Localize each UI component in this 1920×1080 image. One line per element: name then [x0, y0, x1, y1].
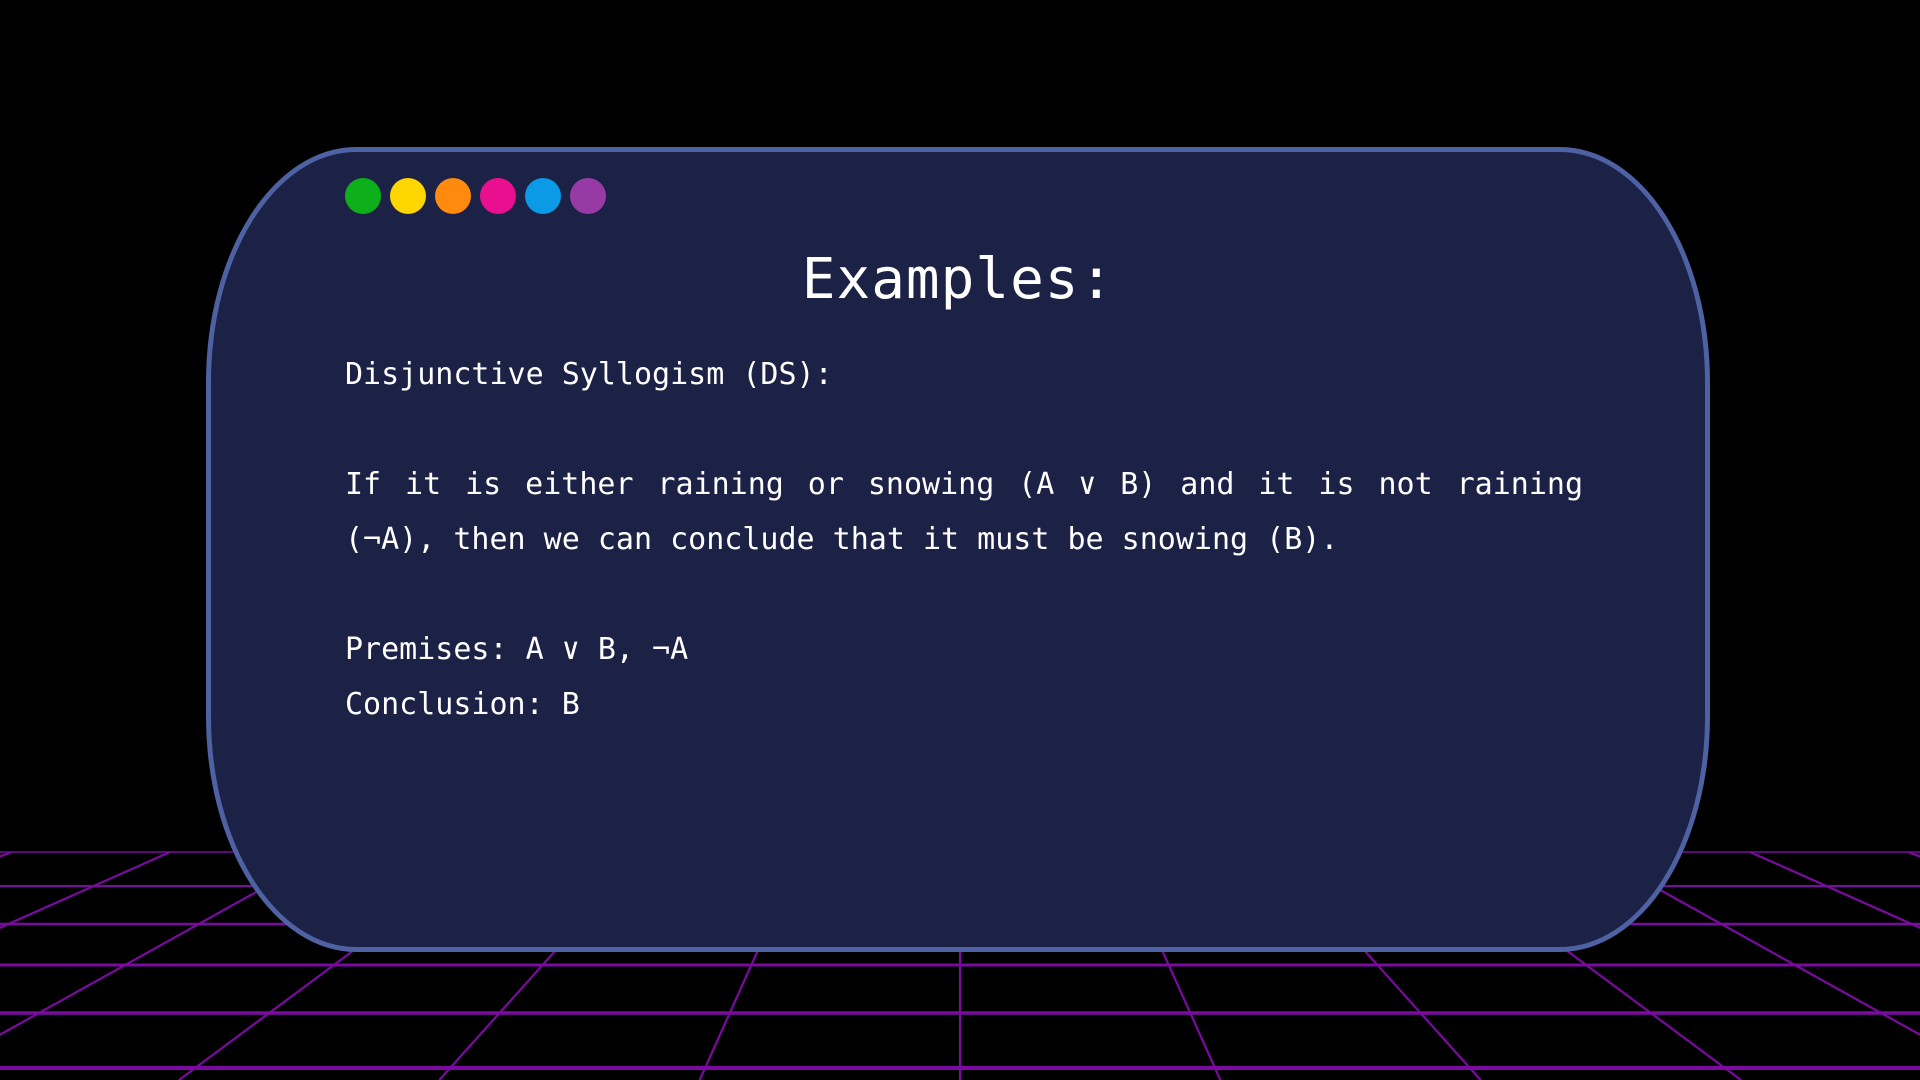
conclusion-line: Conclusion: B	[345, 687, 580, 722]
premises-line: Premises: A ∨ B, ¬A	[345, 632, 689, 667]
purple-dot	[570, 178, 606, 214]
yellow-dot	[390, 178, 426, 214]
window-dots	[345, 178, 606, 214]
blue-dot	[525, 178, 561, 214]
slide-stage: Examples: Disjunctive Syllogism (DS): If…	[0, 0, 1920, 1080]
example-paragraph: If it is either raining or snowing (A ∨ …	[345, 467, 1583, 557]
section-heading: Disjunctive Syllogism (DS):	[345, 357, 833, 392]
window-card: Examples: Disjunctive Syllogism (DS): If…	[206, 147, 1710, 952]
pink-dot	[480, 178, 516, 214]
green-dot	[345, 178, 381, 214]
content-body: Disjunctive Syllogism (DS): If it is eit…	[345, 347, 1583, 732]
page-title: Examples:	[801, 247, 1115, 312]
orange-dot	[435, 178, 471, 214]
